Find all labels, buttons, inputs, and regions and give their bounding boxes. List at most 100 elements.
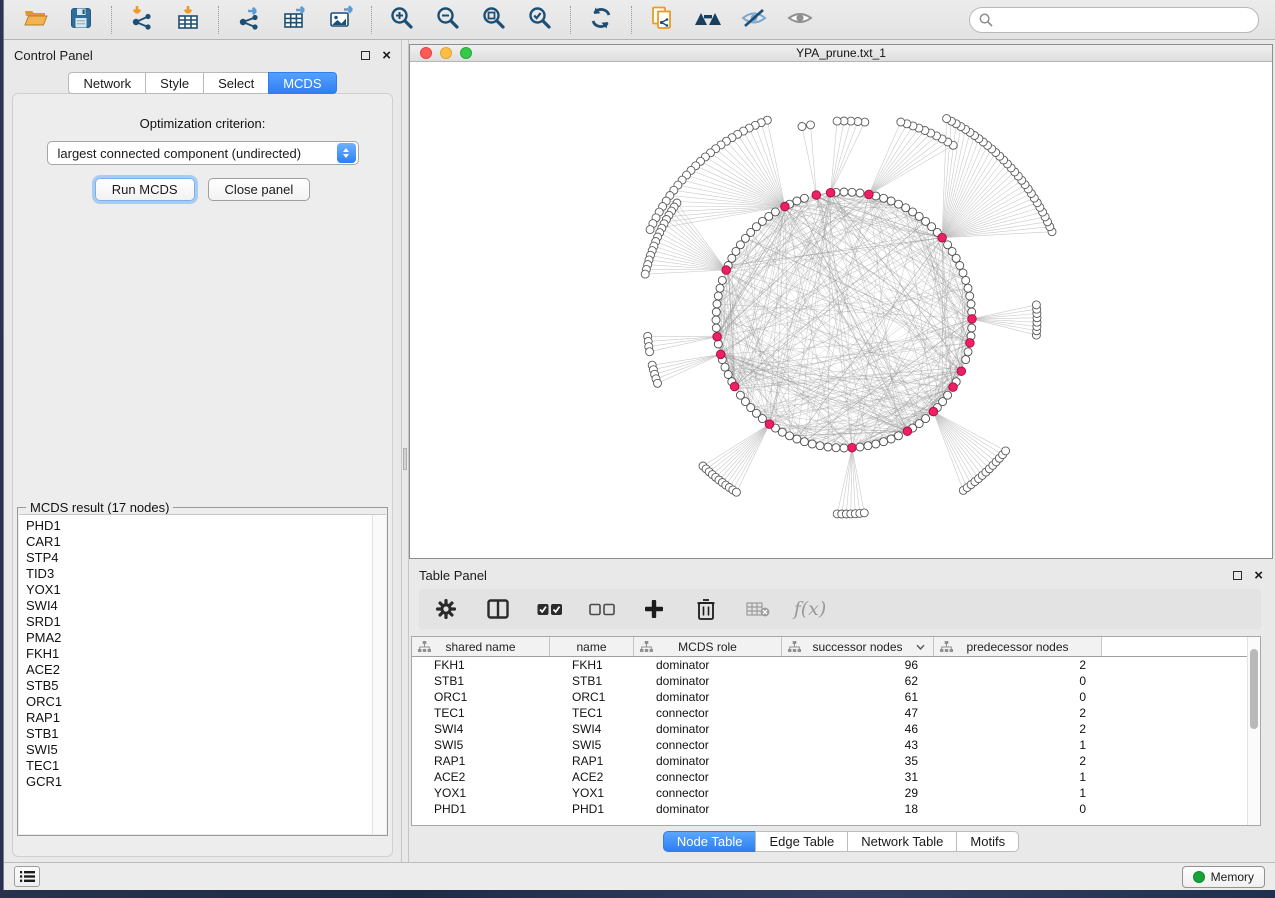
mcds-result-item[interactable]: STB1 <box>26 726 372 742</box>
column-header-name[interactable]: name <box>550 637 634 656</box>
mcds-result-item[interactable]: STB5 <box>26 678 372 694</box>
export-table-button[interactable] <box>276 3 314 37</box>
trash-icon <box>696 598 716 620</box>
tab-network-table[interactable]: Network Table <box>847 831 956 852</box>
gear-icon <box>435 598 457 620</box>
table-scrollbar[interactable] <box>1247 637 1260 825</box>
mcds-result-item[interactable]: STP4 <box>26 550 372 566</box>
refresh-view-button[interactable] <box>582 3 620 37</box>
mcds-result-item[interactable]: SWI4 <box>26 598 372 614</box>
delete-column-button[interactable] <box>693 596 719 622</box>
table-row[interactable]: TEC1TEC1connector472 <box>412 705 1260 721</box>
mcds-result-item[interactable]: GCR1 <box>26 774 372 790</box>
table-cell: dominator <box>634 673 782 689</box>
hierarchy-icon <box>788 641 801 653</box>
panel-splitter[interactable] <box>401 40 409 862</box>
tab-motifs[interactable]: Motifs <box>956 831 1019 852</box>
function-builder-button[interactable]: f(x) <box>797 596 823 622</box>
save-icon <box>69 6 93 33</box>
tab-mcds[interactable]: MCDS <box>268 72 336 94</box>
column-mode-button[interactable] <box>485 596 511 622</box>
column-header-mcds-role[interactable]: MCDS role <box>634 637 782 656</box>
table-row[interactable]: YOX1YOX1connector291 <box>412 785 1260 801</box>
mcds-result-item[interactable]: YOX1 <box>26 582 372 598</box>
mcds-result-item[interactable]: CAR1 <box>26 534 372 550</box>
mcds-result-item[interactable]: SRD1 <box>26 614 372 630</box>
table-row[interactable]: SWI4SWI4dominator462 <box>412 721 1260 737</box>
show-all-button[interactable] <box>781 3 819 37</box>
close-table-panel-icon[interactable]: × <box>1254 571 1263 580</box>
network-graph[interactable] <box>410 62 1272 558</box>
table-row[interactable]: ORC1ORC1dominator610 <box>412 689 1260 705</box>
close-panel-icon[interactable]: × <box>382 51 391 60</box>
mcds-result-item[interactable]: ORC1 <box>26 694 372 710</box>
mcds-result-item[interactable]: SWI5 <box>26 742 372 758</box>
fit-content-button[interactable] <box>475 3 513 37</box>
table-cell: dominator <box>634 657 782 673</box>
sort-chevron-icon <box>916 644 925 650</box>
mcds-result-item[interactable]: PMA2 <box>26 630 372 646</box>
mcds-list-scrollbar[interactable] <box>372 515 386 834</box>
column-header-shared-name[interactable]: shared name <box>412 637 550 656</box>
export-network-button[interactable] <box>230 3 268 37</box>
zoom-in-button[interactable] <box>383 3 421 37</box>
save-session-button[interactable] <box>62 3 100 37</box>
table-cell: 47 <box>782 705 934 721</box>
close-panel-button[interactable]: Close panel <box>208 178 311 201</box>
memory-status-icon <box>1193 871 1205 883</box>
import-network-button[interactable] <box>123 3 161 37</box>
first-neighbors-button[interactable] <box>689 3 727 37</box>
toolbar-separator <box>218 6 219 34</box>
hide-selected-button[interactable] <box>735 3 773 37</box>
task-history-button[interactable] <box>14 866 40 887</box>
table-toolbar: f(x) <box>419 589 1261 629</box>
new-network-from-selection-button[interactable] <box>643 3 681 37</box>
column-header-successor-nodes[interactable]: successor nodes <box>782 637 934 656</box>
import-table-button[interactable] <box>169 3 207 37</box>
network-canvas[interactable] <box>410 62 1272 558</box>
deselect-all-button[interactable] <box>589 596 615 622</box>
table-row[interactable]: STB1STB1dominator620 <box>412 673 1260 689</box>
mcds-result-item[interactable]: TID3 <box>26 566 372 582</box>
network-search-box[interactable] <box>969 7 1259 33</box>
tab-style[interactable]: Style <box>145 72 203 94</box>
search-icon <box>979 13 993 27</box>
criterion-dropdown[interactable]: largest connected component (undirected) <box>47 141 359 165</box>
splitter-handle-icon[interactable] <box>403 448 407 470</box>
zoom-selected-button[interactable] <box>521 3 559 37</box>
add-column-button[interactable] <box>641 596 667 622</box>
tab-network[interactable]: Network <box>68 72 145 94</box>
show-eye-icon <box>786 6 814 33</box>
tab-edge-table[interactable]: Edge Table <box>755 831 847 852</box>
mcds-result-item[interactable]: FKH1 <box>26 646 372 662</box>
table-row[interactable]: ACE2ACE2connector311 <box>412 769 1260 785</box>
float-table-panel-icon[interactable] <box>1233 571 1242 580</box>
table-scrollbar-thumb[interactable] <box>1250 649 1258 729</box>
tab-node-table[interactable]: Node Table <box>663 831 756 852</box>
open-file-button[interactable] <box>16 3 54 37</box>
search-input[interactable] <box>999 13 1249 27</box>
table-row[interactable]: FKH1FKH1dominator962 <box>412 657 1260 673</box>
table-cell: ACE2 <box>412 769 550 785</box>
table-row[interactable]: PHD1PHD1dominator180 <box>412 801 1260 817</box>
mcds-result-item[interactable]: RAP1 <box>26 710 372 726</box>
export-image-button[interactable] <box>322 3 360 37</box>
network-window-titlebar[interactable]: YPA_prune.txt_1 <box>410 45 1272 62</box>
delete-table-button[interactable] <box>745 596 771 622</box>
select-all-button[interactable] <box>537 596 563 622</box>
memory-button[interactable]: Memory <box>1182 866 1265 888</box>
mcds-result-item[interactable]: ACE2 <box>26 662 372 678</box>
run-mcds-button[interactable]: Run MCDS <box>95 178 195 201</box>
mcds-result-item[interactable]: TEC1 <box>26 758 372 774</box>
table-cell: 1 <box>934 737 1102 753</box>
table-row[interactable]: RAP1RAP1dominator352 <box>412 753 1260 769</box>
table-cell: SWI4 <box>550 721 634 737</box>
checked-boxes-icon <box>537 603 563 616</box>
float-panel-icon[interactable] <box>361 51 370 60</box>
mcds-result-item[interactable]: PHD1 <box>26 518 372 534</box>
tab-select[interactable]: Select <box>203 72 268 94</box>
column-header-predecessor-nodes[interactable]: predecessor nodes <box>934 637 1102 656</box>
table-settings-button[interactable] <box>433 596 459 622</box>
table-row[interactable]: SWI5SWI5connector431 <box>412 737 1260 753</box>
zoom-out-button[interactable] <box>429 3 467 37</box>
